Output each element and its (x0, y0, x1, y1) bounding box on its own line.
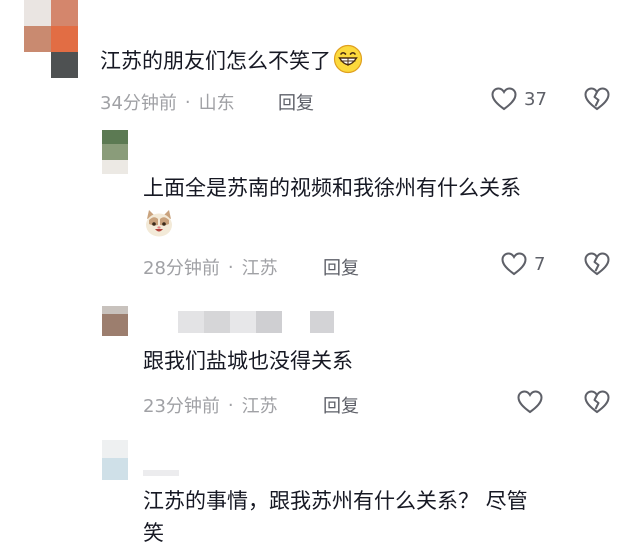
grinning-face-emoji (333, 44, 363, 74)
broken-heart-icon (583, 389, 611, 415)
comment-meta: 23分钟前 · 江苏 (143, 392, 278, 418)
separator: · (227, 394, 234, 416)
like-count: 37 (524, 88, 547, 110)
comment-text: 跟我们盐城也没得关系 (143, 349, 353, 373)
username-redacted (143, 470, 179, 476)
avatar[interactable] (102, 130, 128, 174)
reply-button[interactable]: 回复 (323, 392, 359, 418)
like-button[interactable]: 37 (490, 86, 547, 112)
location: 江苏 (241, 258, 278, 279)
heart-outline-icon (490, 86, 518, 112)
like-button[interactable]: 7 (500, 251, 545, 277)
location: 山东 (198, 93, 235, 114)
comment-meta: 34分钟前 · 山东 (100, 89, 235, 115)
comment-meta: 28分钟前 · 江苏 (143, 254, 278, 280)
dislike-button[interactable] (583, 251, 611, 277)
comment-text-continued: 笑 (143, 521, 164, 545)
reply-button[interactable]: 回复 (323, 254, 359, 280)
location: 江苏 (241, 396, 278, 417)
username-redacted (178, 311, 334, 333)
avatar[interactable] (102, 440, 128, 480)
timestamp: 28分钟前 (143, 258, 220, 279)
like-count: 7 (534, 253, 546, 275)
reply-button[interactable]: 回复 (278, 89, 314, 115)
like-button[interactable] (516, 389, 544, 415)
cat-face-emoji (143, 207, 175, 239)
dislike-button[interactable] (583, 86, 611, 112)
heart-outline-icon (500, 251, 528, 277)
avatar[interactable] (24, 0, 78, 78)
comment-text: 江苏的朋友们怎么不笑了 (100, 44, 363, 76)
broken-heart-icon (583, 251, 611, 277)
avatar[interactable] (102, 306, 128, 336)
separator: · (184, 91, 191, 113)
comment-text: 江苏的事情，跟我苏州有什么关系？ 尽管 (143, 489, 528, 513)
timestamp: 34分钟前 (100, 93, 177, 114)
broken-heart-icon (583, 86, 611, 112)
heart-outline-icon (516, 389, 544, 415)
timestamp: 23分钟前 (143, 396, 220, 417)
dislike-button[interactable] (583, 389, 611, 415)
comment-text: 上面全是苏南的视频和我徐州有什么关系 (143, 176, 521, 200)
separator: · (227, 256, 234, 278)
